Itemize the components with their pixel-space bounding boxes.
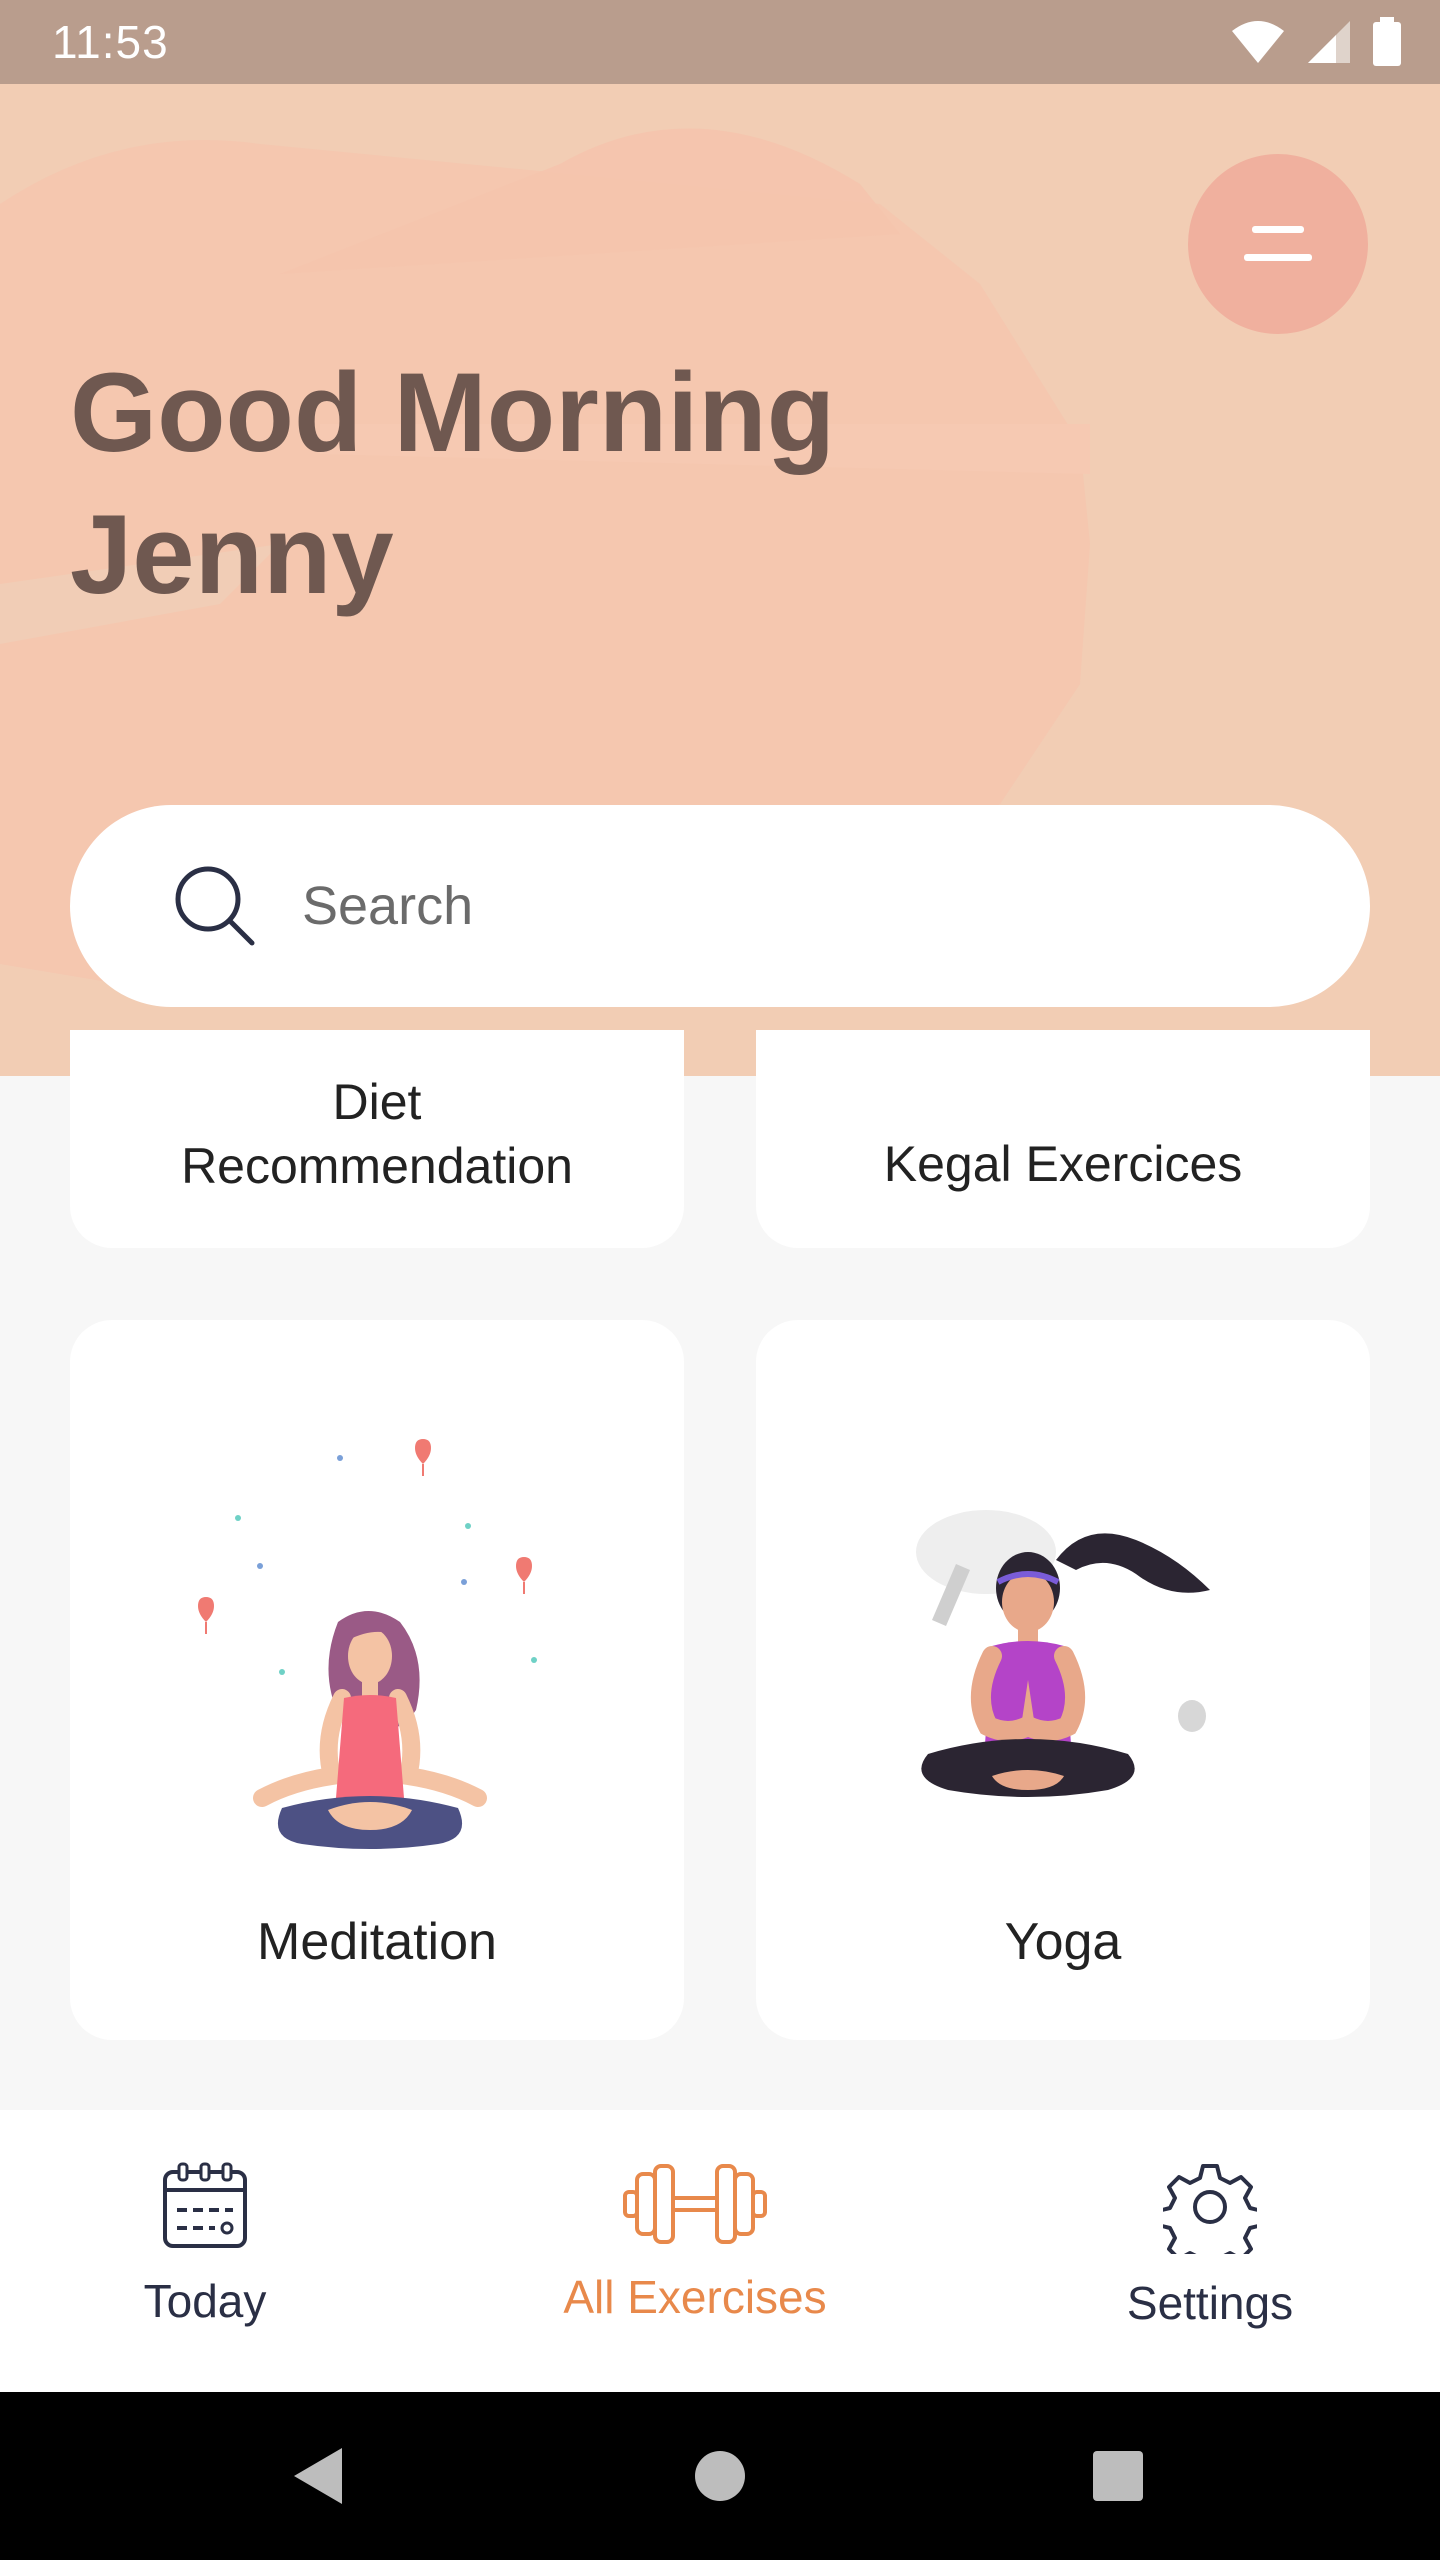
battery-icon <box>1373 17 1401 66</box>
nav-label-settings: Settings <box>1126 2277 1294 2329</box>
calendar-icon <box>163 2162 247 2248</box>
header: Good Morning Jenny Search <box>0 84 1440 1076</box>
wifi-icon <box>1232 21 1284 63</box>
nav-item-today[interactable]: Today <box>80 2110 330 2392</box>
recents-icon[interactable] <box>1092 2450 1144 2502</box>
menu-button[interactable] <box>1188 154 1368 334</box>
card-label-line-2: Recommendation <box>181 1138 573 1194</box>
greeting-line-2: Jenny <box>70 492 394 617</box>
menu-icon <box>1244 226 1312 261</box>
nav-label-all-exercises: All Exercises <box>563 2271 827 2323</box>
search-icon <box>175 866 255 946</box>
dumbbell-icon <box>623 2164 767 2244</box>
home-icon[interactable] <box>694 2450 746 2502</box>
bottom-navigation: Today All Exercises Settings <box>0 2110 1440 2392</box>
greeting-line-1: Good Morning <box>70 350 836 475</box>
nav-item-settings[interactable]: Settings <box>1090 2110 1330 2392</box>
search-placeholder: Search <box>302 876 474 936</box>
card-diet-recommendation[interactable]: Diet Recommendation <box>70 1030 684 1248</box>
status-icons <box>1230 17 1402 67</box>
signal-icon <box>1308 21 1350 63</box>
card-yoga[interactable]: Yoga <box>756 1320 1370 2040</box>
gear-icon <box>1163 2164 1257 2254</box>
card-label: Meditation <box>257 1913 497 1971</box>
greeting: Good Morning Jenny <box>70 342 835 626</box>
back-icon[interactable] <box>290 2446 344 2506</box>
system-navigation-bar <box>0 2392 1440 2560</box>
status-time: 11:53 <box>52 16 169 68</box>
nav-item-all-exercises[interactable]: All Exercises <box>540 2110 850 2392</box>
card-label-line-1: Diet <box>332 1074 422 1130</box>
card-label: Kegal Exercices <box>883 1136 1243 1192</box>
card-kegal-exercises[interactable]: Kegal Exercices <box>756 1030 1370 1248</box>
nav-label-today: Today <box>143 2275 267 2327</box>
card-meditation[interactable]: Meditation <box>70 1320 684 2040</box>
card-label: Diet Recommendation <box>142 1070 612 1198</box>
card-label: Yoga <box>1004 1913 1122 1971</box>
status-bar: 11:53 <box>0 0 1440 84</box>
search-input[interactable]: Search <box>70 805 1370 1007</box>
